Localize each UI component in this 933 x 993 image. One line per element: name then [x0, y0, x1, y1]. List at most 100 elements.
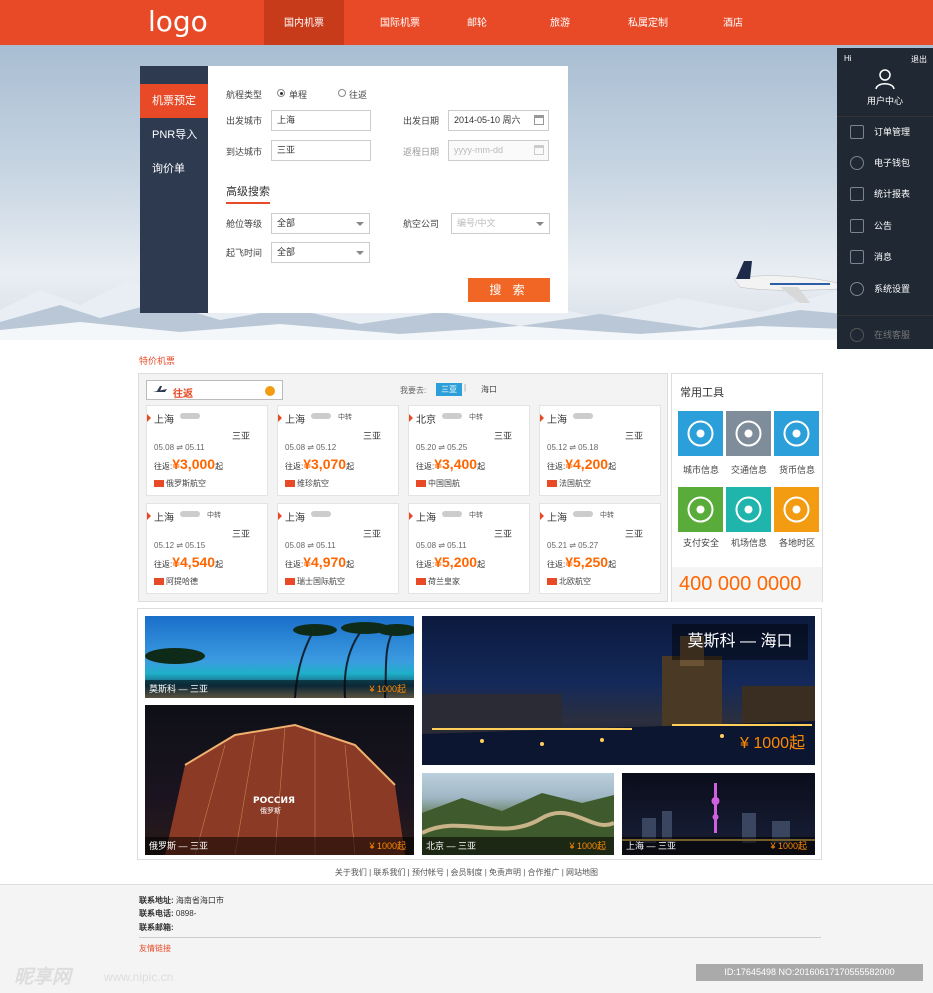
tool-label: 交通信息: [730, 465, 767, 475]
user-center-title[interactable]: 用户中心: [837, 94, 933, 107]
clock-24-icon: [783, 496, 810, 523]
from-city-input[interactable]: 上海: [271, 110, 371, 131]
gallery-item-moscow-sanya[interactable]: 莫斯科 — 三亚 ¥ 1000起: [145, 616, 414, 698]
return-date-input[interactable]: yyyy-mm-dd: [448, 140, 549, 161]
arrow-icon: [409, 512, 413, 520]
menu-statistics[interactable]: 统计报表: [837, 179, 933, 211]
oneway-radio[interactable]: [277, 89, 285, 97]
airline-name: 中国国航: [428, 479, 460, 488]
footer-links[interactable]: 关于我们 | 联系我们 | 预付帐号 | 会员制度 | 免责声明 | 合作推广 …: [0, 867, 933, 878]
chevron-down-icon: [356, 251, 364, 255]
tool-timezone[interactable]: [774, 487, 819, 532]
deal-price: ¥5,250: [565, 554, 609, 570]
email-row: 联系邮箱:: [139, 922, 174, 933]
gallery-title: 莫斯科 — 三亚: [149, 684, 209, 694]
destination-tab-haikou[interactable]: 海口: [481, 384, 497, 395]
price-prefix: 往返:: [285, 462, 304, 471]
deal-card[interactable]: 上海 中转 三亚 05.12 ⇌ 05.15 往返:¥4,540起 阿提哈德: [146, 503, 268, 594]
to-city-input[interactable]: 三亚: [271, 140, 371, 161]
airline-logo-icon: [416, 578, 426, 586]
roundtrip-label[interactable]: 往返: [349, 88, 367, 101]
depart-date-input[interactable]: 2014-05-10 周六: [448, 110, 549, 131]
deal-airline: 中国国航: [416, 478, 460, 489]
deal-card[interactable]: 上海 中转 三亚 05.08 ⇌ 05.12 往返:¥3,070起 维珍航空: [277, 405, 399, 496]
nav-international-flights[interactable]: 国际机票: [360, 0, 440, 45]
trip-type-select[interactable]: 往返: [146, 380, 283, 400]
tool-airport-info[interactable]: [726, 487, 771, 532]
calendar-icon[interactable]: [534, 145, 544, 155]
menu-announcement[interactable]: 公告: [837, 211, 933, 243]
gallery-price: ¥ 1000起: [369, 841, 406, 851]
umbrella-icon: [783, 420, 810, 447]
trip-type-label: 航程类型: [226, 90, 263, 100]
deal-from: 上海: [285, 415, 305, 426]
search-button[interactable]: 搜 索: [468, 278, 550, 302]
oneway-label[interactable]: 单程: [289, 88, 307, 101]
deal-card[interactable]: 北京 中转 三亚 05.20 ⇌ 05.25 往返:¥3,400起 中国国航: [408, 405, 530, 496]
nav-tourism[interactable]: 旅游: [520, 0, 600, 45]
calendar-icon[interactable]: [534, 115, 544, 125]
depart-time-value: 全部: [277, 247, 296, 257]
gallery-item-shanghai-sanya[interactable]: 上海 — 三亚 ¥ 1000起: [622, 773, 815, 855]
menu-settings[interactable]: 系统设置: [837, 274, 933, 306]
tool-traffic-info[interactable]: [726, 411, 771, 456]
destination-tab-sanya[interactable]: 三亚: [436, 383, 462, 396]
tool-payment-security[interactable]: [678, 487, 723, 532]
logo[interactable]: logo: [148, 5, 208, 38]
menu-e-wallet[interactable]: 电子钱包: [837, 148, 933, 180]
greeting: Hi: [844, 54, 852, 63]
menu-messages[interactable]: 消息: [837, 242, 933, 274]
price-suffix: 起: [477, 560, 486, 569]
deal-price-row: 往返:¥4,540起: [154, 554, 223, 570]
airline-select[interactable]: 编号/中文: [451, 213, 550, 234]
arrow-icon: [278, 512, 282, 520]
deal-price-row: 往返:¥5,200起: [416, 554, 485, 570]
deal-card[interactable]: 上海 中转 三亚 05.08 ⇌ 05.11 往返:¥5,200起 荷兰皇家: [408, 503, 530, 594]
hotline-number: 400 000 0000: [672, 567, 822, 602]
nav-domestic-flights[interactable]: 国内机票: [264, 0, 344, 45]
tool-city-info[interactable]: [678, 411, 723, 456]
to-city-label: 到达城市: [226, 147, 263, 157]
tool-currency-info[interactable]: [774, 411, 819, 456]
tab-booking[interactable]: 机票预定: [140, 84, 208, 118]
featured-price: ¥ 1000起: [740, 735, 805, 752]
roundtrip-radio[interactable]: [338, 89, 346, 97]
deal-airline: 法国航空: [547, 478, 591, 489]
plane-icon: [180, 511, 200, 517]
airline-logo-icon: [547, 480, 557, 488]
tab-inquiry[interactable]: 询价单: [140, 152, 208, 186]
nav-hotel[interactable]: 酒店: [693, 0, 773, 45]
deal-card[interactable]: 上海 三亚 05.08 ⇌ 05.11 往返:¥4,970起 瑞士国际航空: [277, 503, 399, 594]
depart-time-select[interactable]: 全部: [271, 242, 370, 263]
chevron-down-icon: [356, 222, 364, 226]
menu-label: 统计报表: [874, 189, 911, 199]
price-prefix: 往返:: [547, 560, 566, 569]
deal-card[interactable]: 上海 中转 三亚 05.21 ⇌ 05.27 往返:¥5,250起 北欧航空: [539, 503, 661, 594]
menu-order-management[interactable]: 订单管理: [837, 116, 933, 148]
deal-card[interactable]: 上海 三亚 05.12 ⇌ 05.18 往返:¥4,200起 法国航空: [539, 405, 661, 496]
airline-logo-icon: [547, 578, 557, 586]
price-suffix: 起: [477, 462, 486, 471]
airline-name: 法国航空: [559, 479, 591, 488]
gallery-item-beijing-sanya[interactable]: 北京 — 三亚 ¥ 1000起: [422, 773, 614, 855]
deal-card[interactable]: 上海 三亚 05.08 ⇌ 05.11 往返:¥3,000起 俄罗斯航空: [146, 405, 268, 496]
gallery-caption: 俄罗斯 — 三亚 ¥ 1000起: [145, 837, 414, 855]
gallery-item-moscow-haikou[interactable]: 莫斯科 — 海口 ¥ 1000起: [422, 616, 815, 765]
logout-link[interactable]: 退出: [911, 54, 927, 65]
deal-transfer: 中转: [469, 414, 483, 421]
deal-airline: 阿提哈德: [154, 576, 198, 587]
cabin-class-select[interactable]: 全部: [271, 213, 370, 234]
gallery-item-russia-sanya[interactable]: РОССИЯ 俄罗斯 俄罗斯 — 三亚 ¥ 1000起: [145, 705, 414, 855]
plane-icon: [442, 511, 462, 517]
online-service[interactable]: 在线客服: [837, 315, 933, 347]
nav-private-custom[interactable]: 私属定制: [608, 0, 688, 45]
gallery-price: ¥ 1000起: [569, 841, 606, 851]
user-icon[interactable]: [875, 68, 895, 90]
menu-label: 消息: [874, 252, 893, 262]
deal-to: 三亚: [494, 529, 513, 539]
tab-pnr-import[interactable]: PNR导入: [140, 118, 208, 152]
airline-logo-icon: [154, 578, 164, 586]
nav-cruise[interactable]: 邮轮: [437, 0, 517, 45]
friend-links[interactable]: 友情链接: [139, 943, 171, 954]
price-suffix: 起: [215, 462, 224, 471]
